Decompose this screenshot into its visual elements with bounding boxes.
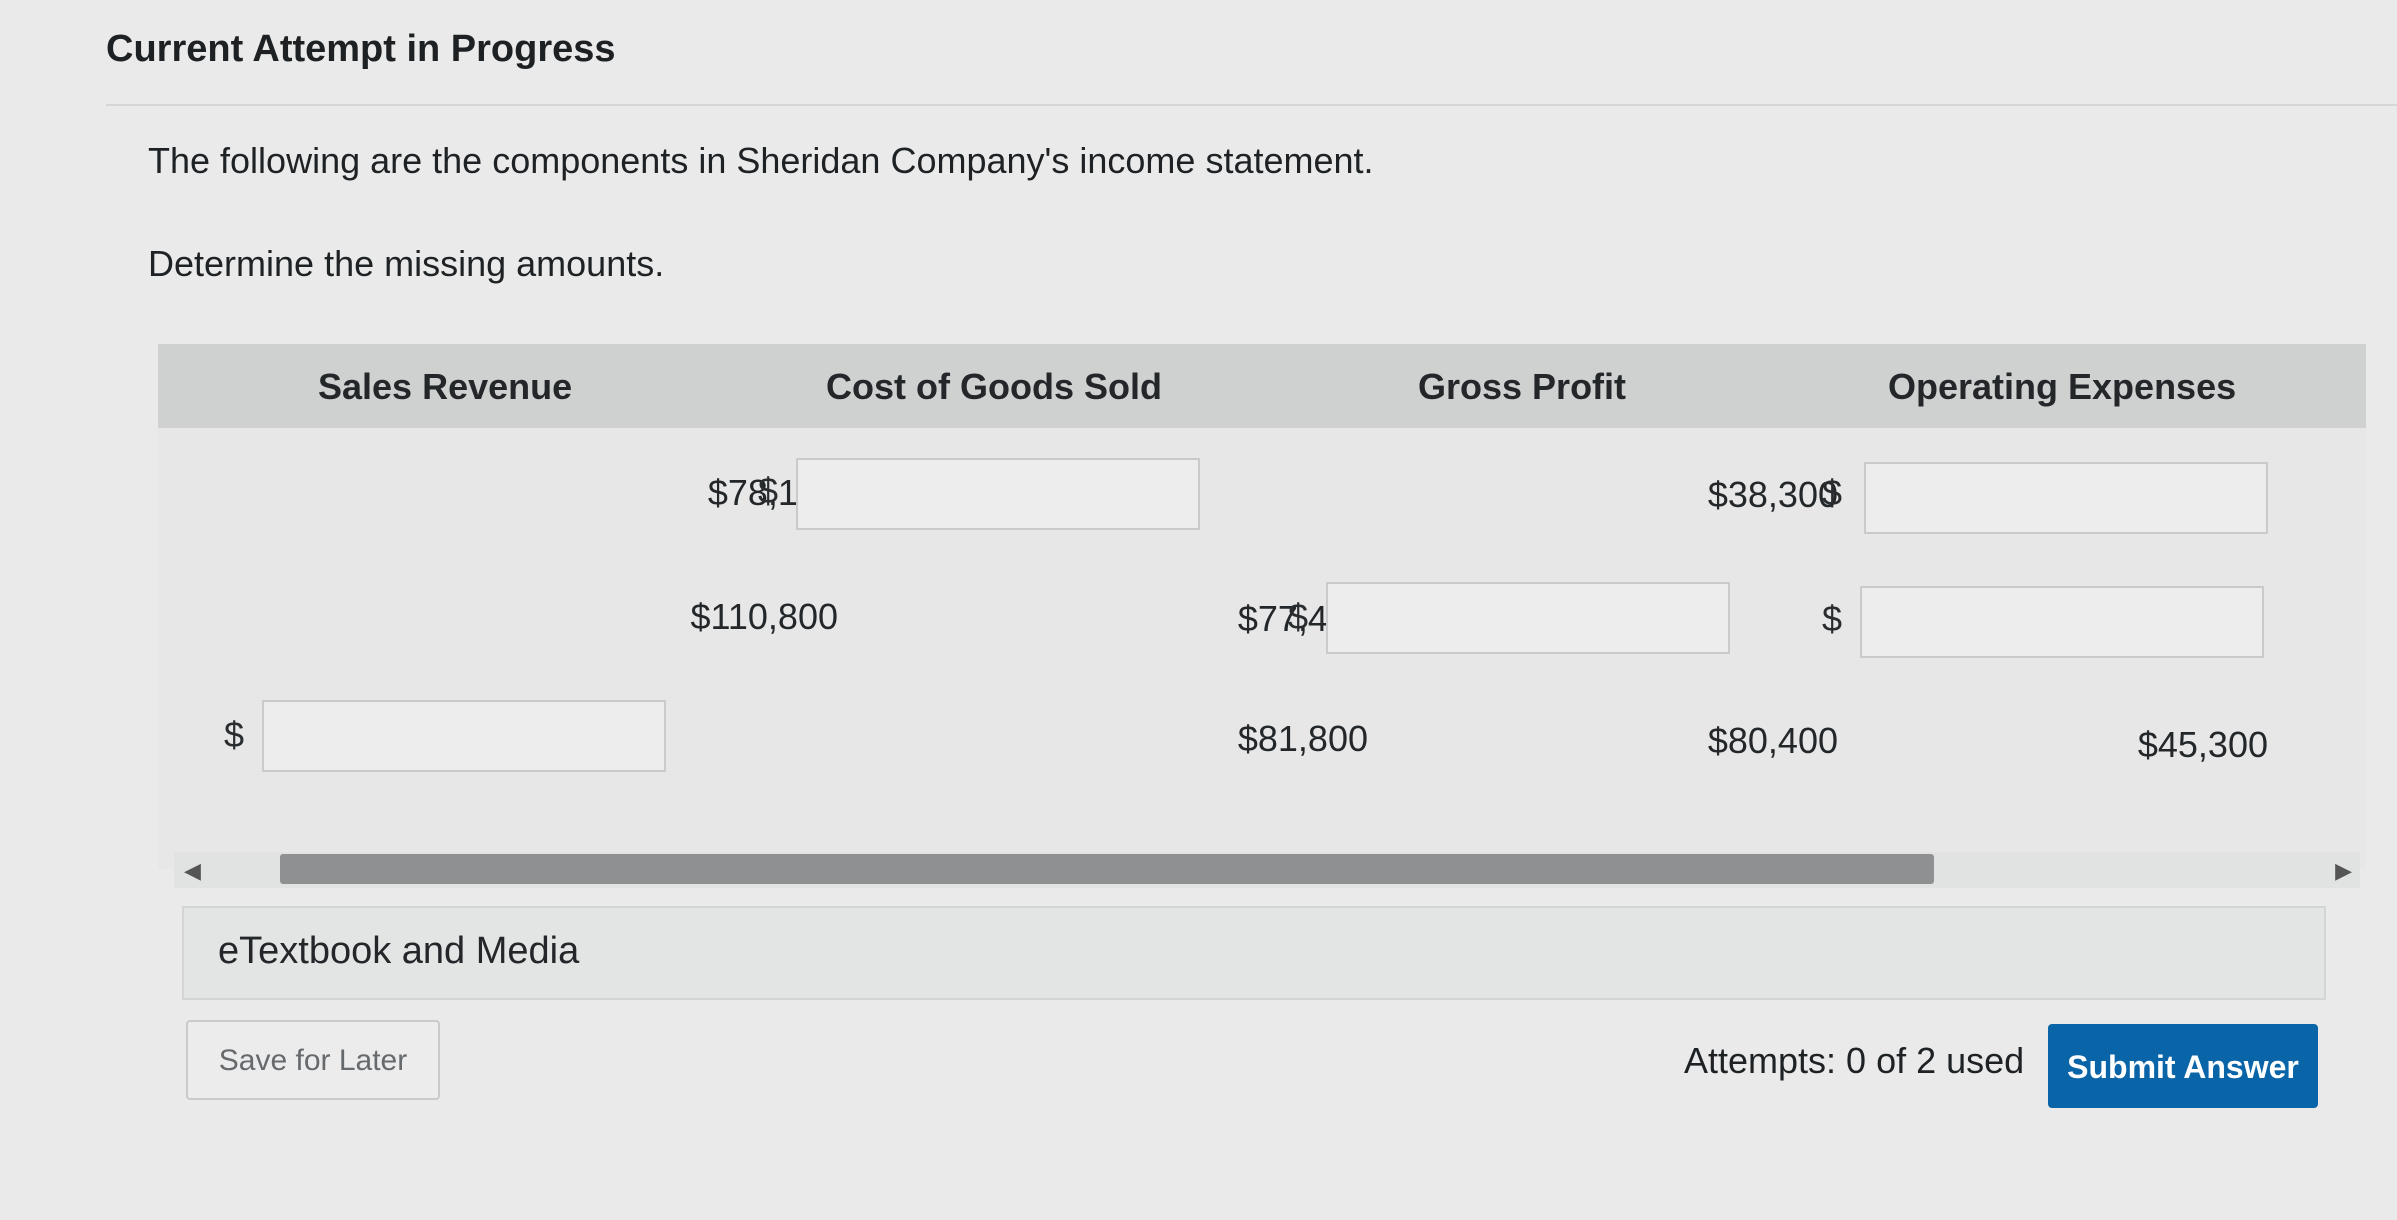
etextbook-media-label[interactable]: eTextbook and Media — [218, 930, 579, 973]
scrollbar-thumb[interactable] — [280, 854, 1934, 884]
income-statement-table: Sales Revenue Cost of Goods Sold Gross P… — [158, 344, 2366, 869]
page-title: Current Attempt in Progress — [106, 28, 616, 70]
row3-cogs: $81,800 — [1237, 718, 1368, 759]
etextbook-media-panel[interactable]: eTextbook and Media — [182, 906, 2326, 1000]
submit-answer-button[interactable]: Submit Answer — [2048, 1024, 2318, 1108]
row3-sales-revenue-input[interactable] — [262, 700, 666, 772]
row1-opex-input[interactable] — [1864, 462, 2268, 534]
horizontal-scrollbar[interactable]: ◀ ▶ — [174, 852, 2360, 888]
column-header-cogs: Cost of Goods Sold — [826, 366, 1162, 407]
row1-cogs-input[interactable] — [796, 458, 1200, 530]
question-instruction: Determine the missing amounts. — [148, 243, 665, 284]
save-for-later-button[interactable]: Save for Later — [186, 1020, 440, 1100]
column-header-sales-revenue: Sales Revenue — [318, 366, 573, 407]
row1-cogs-dollar: $ — [758, 470, 779, 511]
row2-opex-input[interactable] — [1860, 586, 2264, 658]
row1-opex-dollar: $ — [1822, 472, 1843, 513]
row2-sales-revenue: $110,800 — [690, 596, 838, 637]
column-header-operating-expenses: Operating Expenses — [1888, 366, 2237, 407]
row2-opex-dollar: $ — [1822, 598, 1843, 639]
row3-gross-profit: $80,400 — [1707, 720, 1838, 761]
question-intro: The following are the components in Sher… — [148, 140, 1374, 181]
column-header-gross-profit: Gross Profit — [1418, 366, 1627, 407]
row1-sales-revenue: $78,100 — [707, 472, 838, 513]
row1-gross-profit: $38,300 — [1707, 474, 1838, 515]
row2-gross-profit-input[interactable] — [1326, 582, 1730, 654]
row3-operating-expenses: $45,300 — [2137, 724, 2268, 765]
scroll-left-arrow-icon[interactable]: ◀ — [184, 858, 201, 884]
row3-sales-revenue-dollar: $ — [224, 714, 245, 755]
scroll-right-arrow-icon[interactable]: ▶ — [2335, 858, 2352, 884]
row2-cogs: $77,400 — [1237, 598, 1368, 639]
table-header-row: Sales Revenue Cost of Goods Sold Gross P… — [158, 344, 2366, 428]
row2-gross-profit-dollar: $ — [1288, 596, 1309, 637]
attempts-counter: Attempts: 0 of 2 used — [1684, 1040, 2025, 1081]
title-divider — [106, 104, 2397, 106]
